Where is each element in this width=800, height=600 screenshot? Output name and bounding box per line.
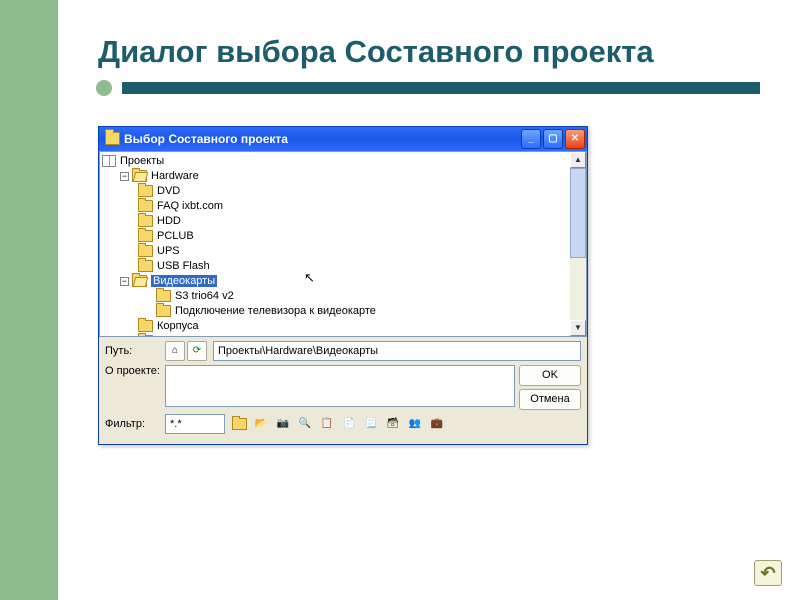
scrollbar[interactable]: ▲ ▼ xyxy=(570,152,586,336)
tree-item[interactable]: HDD xyxy=(102,214,586,229)
maximize-button[interactable]: ▢ xyxy=(543,129,563,149)
tree-node-selected[interactable]: − Видеокарты xyxy=(102,274,586,289)
tree-label: Проекты xyxy=(120,155,164,167)
refresh-button[interactable]: ⟳ xyxy=(187,341,207,361)
briefcase-icon[interactable]: 💼 xyxy=(427,414,447,434)
tree-item[interactable]: UPS xyxy=(102,244,586,259)
tree-label-selected: Видеокарты xyxy=(151,275,217,287)
dialog-bottom: Путь: ⌂ ⟳ О проекте: OK Отмена Фильтр: xyxy=(99,337,587,444)
path-input[interactable] xyxy=(213,341,581,361)
minimize-button[interactable]: _ xyxy=(521,129,541,149)
tree-item[interactable]: PCLUB xyxy=(102,229,586,244)
tree-item[interactable]: DVD xyxy=(102,184,586,199)
scroll-track[interactable] xyxy=(570,168,586,320)
folder-icon xyxy=(138,215,153,227)
tree-item[interactable]: FAQ ixbt.com xyxy=(102,199,586,214)
tree-item[interactable]: Ксероксы xyxy=(102,334,586,337)
open-folder-icon[interactable]: 📂 xyxy=(251,414,271,434)
close-button[interactable]: ✕ xyxy=(565,129,585,149)
folder-icon xyxy=(105,132,120,145)
filter-input[interactable] xyxy=(165,414,225,434)
tree-label: Корпуса xyxy=(157,320,199,332)
tree-panel[interactable]: Проекты − Hardware DVD FAQ ixbt.com HDD … xyxy=(99,151,587,337)
divider-dot xyxy=(96,80,112,96)
tree-label: Hardware xyxy=(151,170,199,182)
slide-divider xyxy=(98,78,760,98)
dialog-title: Выбор Составного проекта xyxy=(124,132,521,146)
tree-label: FAQ ixbt.com xyxy=(157,200,223,212)
home-button[interactable]: ⌂ xyxy=(165,341,185,361)
folder-icon xyxy=(138,230,153,242)
document-icon[interactable]: 📃 xyxy=(361,414,381,434)
users-icon[interactable]: 👥 xyxy=(405,414,425,434)
dialog-window: Выбор Составного проекта _ ▢ ✕ Проекты −… xyxy=(98,126,588,445)
filter-label: Фильтр: xyxy=(105,418,161,430)
folder-open-icon xyxy=(132,275,147,287)
tree-subitem[interactable]: S3 trio64 v2 xyxy=(102,289,586,304)
divider-bar xyxy=(122,82,760,94)
ok-button[interactable]: OK xyxy=(519,365,581,386)
tree-label: USB Flash xyxy=(157,260,210,272)
tree-label: UPS xyxy=(157,245,180,257)
collapse-toggle[interactable]: − xyxy=(120,277,129,286)
cancel-button[interactable]: Отмена xyxy=(519,389,581,410)
folder-icon xyxy=(138,320,153,332)
tree-label: Ксероксы xyxy=(157,335,206,337)
tree-label: S3 trio64 v2 xyxy=(175,290,234,302)
search-icon[interactable]: 🔍 xyxy=(295,414,315,434)
database-icon[interactable]: 🗃 xyxy=(383,414,403,434)
tree-item[interactable]: USB Flash xyxy=(102,259,586,274)
tree-node-hardware[interactable]: − Hardware xyxy=(102,169,586,184)
collapse-toggle[interactable]: − xyxy=(120,172,129,181)
dialog-titlebar[interactable]: Выбор Составного проекта _ ▢ ✕ xyxy=(99,127,587,151)
folder-icon xyxy=(156,305,171,317)
return-button[interactable]: ↶ xyxy=(754,560,782,586)
slide-sidebar xyxy=(0,0,58,600)
folder-filter-icon[interactable] xyxy=(229,414,249,434)
tree-label: PCLUB xyxy=(157,230,194,242)
paste-icon[interactable]: 📋 xyxy=(317,414,337,434)
slide-content: Диалог выбора Составного проекта Выбор С… xyxy=(58,0,800,600)
tree-label: HDD xyxy=(157,215,181,227)
tree-subitem[interactable]: Подключение телевизора к видеокарте xyxy=(102,304,586,319)
tree-root[interactable]: Проекты xyxy=(102,154,586,169)
book-icon xyxy=(102,155,116,167)
path-label: Путь: xyxy=(105,345,161,357)
tree-label: Подключение телевизора к видеокарте xyxy=(175,305,376,317)
scroll-down-button[interactable]: ▼ xyxy=(570,320,586,336)
folder-open-icon xyxy=(132,170,147,182)
folder-icon xyxy=(138,260,153,272)
scroll-thumb[interactable] xyxy=(570,168,586,258)
folder-icon xyxy=(138,245,153,257)
page-icon[interactable]: 📄 xyxy=(339,414,359,434)
about-textarea[interactable] xyxy=(165,365,515,407)
slide-title: Диалог выбора Составного проекта xyxy=(98,34,760,70)
folder-icon xyxy=(138,185,153,197)
tree-item[interactable]: Корпуса xyxy=(102,319,586,334)
camera-icon[interactable]: 📷 xyxy=(273,414,293,434)
scroll-up-button[interactable]: ▲ xyxy=(570,152,586,168)
folder-icon xyxy=(138,200,153,212)
folder-icon xyxy=(156,290,171,302)
filter-toolbar: 📂 📷 🔍 📋 📄 📃 🗃 👥 💼 xyxy=(229,414,581,434)
tree-label: DVD xyxy=(157,185,180,197)
about-label: О проекте: xyxy=(105,365,161,377)
folder-icon xyxy=(138,335,153,337)
